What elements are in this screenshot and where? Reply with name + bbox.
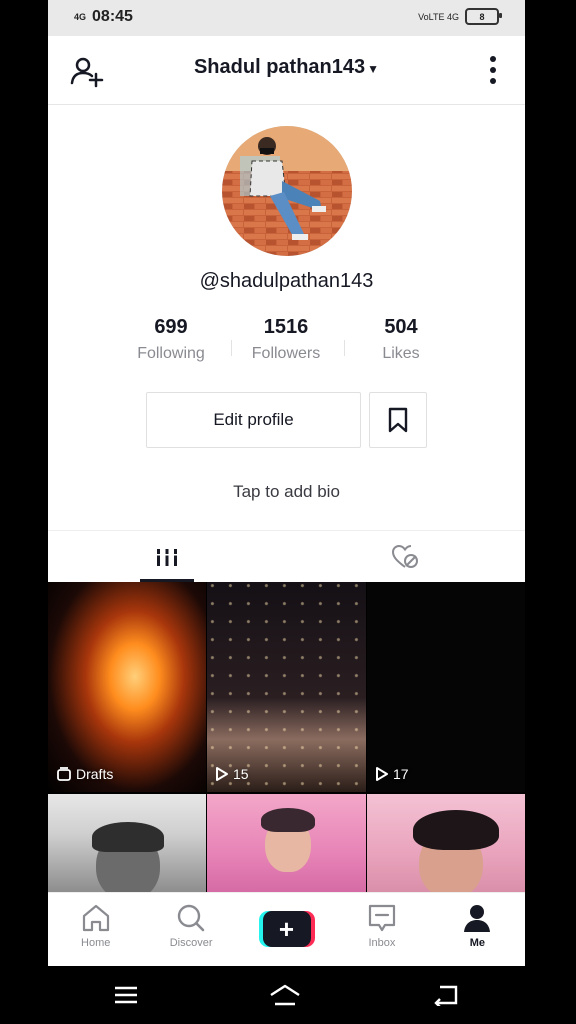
video-thumbnail[interactable]: 15 bbox=[207, 582, 366, 792]
phone-screen: 4G 08:45 VoLTE 4G 8 Shadul pathan143 ▼ @… bbox=[48, 0, 525, 1024]
tab-liked[interactable] bbox=[287, 531, 525, 583]
stat-label: Followers bbox=[251, 345, 321, 362]
bookmark-icon bbox=[388, 407, 408, 433]
favorites-button[interactable] bbox=[369, 392, 427, 448]
liked-hidden-icon bbox=[391, 544, 418, 568]
network-indicator: VoLTE 4G bbox=[418, 11, 459, 22]
create-button: + bbox=[258, 911, 315, 947]
add-bio-link[interactable]: Tap to add bio bbox=[48, 482, 525, 502]
more-options-icon[interactable] bbox=[483, 54, 503, 88]
play-icon bbox=[376, 767, 388, 781]
nav-label: Me bbox=[469, 937, 485, 949]
divider bbox=[344, 340, 345, 356]
profile-icon bbox=[464, 905, 491, 932]
stat-value: 699 bbox=[154, 316, 188, 338]
profile-header: Shadul pathan143 ▼ bbox=[48, 36, 525, 105]
stat-label: Likes bbox=[382, 345, 420, 362]
nav-inbox[interactable]: Inbox bbox=[334, 893, 429, 967]
video-grid: Drafts 15 17 bbox=[48, 582, 525, 892]
stat-value: 1516 bbox=[263, 316, 309, 338]
drafts-icon bbox=[57, 767, 71, 781]
bottom-navigation: Home Discover + Inbox Me bbox=[48, 892, 525, 967]
stat-likes[interactable]: 504 Likes bbox=[346, 316, 456, 363]
signal-icon: 4G bbox=[74, 11, 87, 22]
profile-username: @shadulpathan143 bbox=[199, 270, 374, 292]
nav-home[interactable]: Home bbox=[48, 893, 143, 967]
account-name: Shadul pathan143 bbox=[193, 56, 366, 78]
tab-videos[interactable] bbox=[48, 531, 286, 583]
nav-create[interactable]: + bbox=[239, 893, 334, 967]
plus-icon: + bbox=[262, 911, 311, 947]
menu-icon[interactable] bbox=[113, 984, 139, 1006]
play-icon bbox=[216, 767, 228, 781]
drafts-label: Drafts bbox=[76, 766, 114, 782]
status-bar: 4G 08:45 VoLTE 4G 8 bbox=[48, 0, 525, 36]
inbox-icon bbox=[368, 904, 396, 932]
stat-followers[interactable]: 1516 Followers bbox=[231, 316, 341, 363]
view-count: 17 bbox=[393, 766, 409, 782]
grid-icon bbox=[156, 549, 178, 566]
video-thumbnail[interactable] bbox=[367, 794, 525, 892]
home-icon bbox=[82, 904, 109, 932]
video-thumbnail[interactable]: 17 bbox=[367, 582, 525, 792]
nav-label: Home bbox=[81, 937, 111, 949]
profile-page: Shadul pathan143 ▼ @shadulpathan143 699 … bbox=[48, 36, 525, 967]
edit-profile-button[interactable]: Edit profile bbox=[146, 392, 361, 448]
profile-tabs bbox=[48, 530, 525, 583]
nav-label: Discover bbox=[169, 937, 213, 949]
avatar[interactable] bbox=[222, 126, 352, 256]
nav-discover[interactable]: Discover bbox=[143, 893, 238, 967]
search-icon bbox=[177, 904, 205, 932]
clock: 08:45 bbox=[92, 8, 133, 25]
video-thumbnail-drafts[interactable]: Drafts bbox=[48, 582, 206, 792]
back-icon[interactable] bbox=[432, 984, 460, 1006]
stat-label: Following bbox=[137, 345, 205, 362]
account-switcher[interactable]: Shadul pathan143 ▼ bbox=[48, 56, 525, 79]
home-button-icon[interactable] bbox=[269, 983, 301, 1007]
system-navigation-bar bbox=[48, 966, 525, 1024]
nav-me[interactable]: Me bbox=[430, 893, 525, 967]
profile-stats: 699 Following 1516 Followers 504 Likes bbox=[116, 316, 456, 363]
video-thumbnail[interactable] bbox=[207, 794, 366, 892]
stat-following[interactable]: 699 Following bbox=[116, 316, 226, 363]
stat-value: 504 bbox=[384, 316, 418, 338]
video-thumbnail[interactable] bbox=[48, 794, 206, 892]
battery-icon: 8 bbox=[465, 8, 502, 25]
view-count: 15 bbox=[233, 766, 249, 782]
caret-down-icon: ▼ bbox=[367, 62, 380, 76]
nav-label: Inbox bbox=[368, 937, 396, 949]
